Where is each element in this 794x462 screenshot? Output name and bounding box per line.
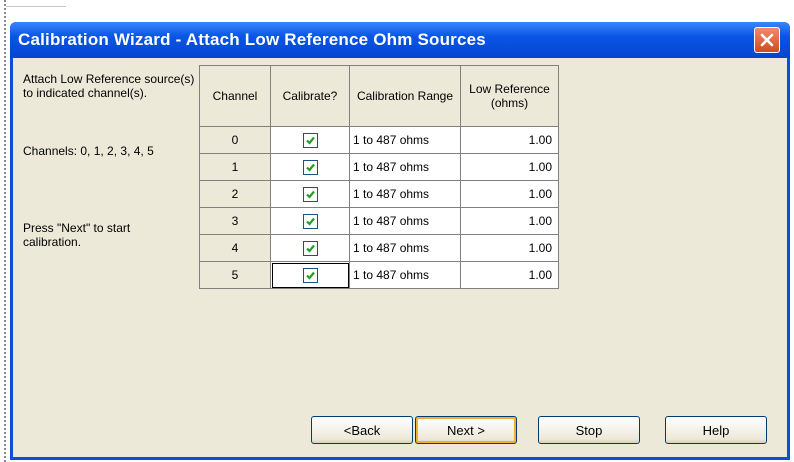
low-reference-cell[interactable]: 1.00 xyxy=(460,207,559,235)
table-row: 4 1 to 487 ohms 1.00 xyxy=(199,234,559,262)
header-calibration-range: Calibration Range xyxy=(349,65,461,127)
background-window-fragment xyxy=(6,0,66,7)
calibrate-checkbox[interactable] xyxy=(302,240,318,256)
channel-cell: 3 xyxy=(199,207,271,235)
calibrate-checkbox[interactable] xyxy=(302,132,318,148)
close-button[interactable] xyxy=(754,27,780,53)
calibrate-checkbox[interactable] xyxy=(302,159,318,175)
low-reference-cell[interactable]: 1.00 xyxy=(460,180,559,208)
instruction-text: Attach Low Reference source(s) to indica… xyxy=(23,72,199,100)
table-row: 2 1 to 487 ohms 1.00 xyxy=(199,180,559,208)
calibration-range-cell: 1 to 487 ohms xyxy=(349,153,461,181)
table-row: 5 1 to 487 ohms 1.00 xyxy=(199,261,559,289)
attach-instruction: Attach Low Reference source(s) to indica… xyxy=(23,72,195,100)
calibration-wizard-window: Calibration Wizard - Attach Low Referenc… xyxy=(10,22,790,460)
close-icon xyxy=(760,33,774,47)
window-title: Calibration Wizard - Attach Low Referenc… xyxy=(18,30,486,49)
checkmark-icon xyxy=(305,244,315,253)
header-calibrate: Calibrate? xyxy=(270,65,350,127)
title-bar[interactable]: Calibration Wizard - Attach Low Referenc… xyxy=(10,22,790,58)
press-next-text: Press "Next" to start calibration. xyxy=(23,221,131,249)
table-row: 3 1 to 487 ohms 1.00 xyxy=(199,207,559,235)
channel-cell: 1 xyxy=(199,153,271,181)
stop-button[interactable]: Stop xyxy=(538,416,640,444)
checkmark-icon xyxy=(305,271,315,280)
table-row: 0 1 to 487 ohms 1.00 xyxy=(199,126,559,154)
calibrate-cell xyxy=(270,180,350,208)
calibration-table: Channel Calibrate? Calibration Range Low… xyxy=(199,65,559,289)
channel-cell: 2 xyxy=(199,180,271,208)
table-row: 1 1 to 487 ohms 1.00 xyxy=(199,153,559,181)
back-button[interactable]: <Back xyxy=(311,416,413,444)
calibrate-checkbox[interactable] xyxy=(302,186,318,202)
background-dotted-guide xyxy=(4,0,6,462)
calibration-range-cell: 1 to 487 ohms xyxy=(349,261,461,289)
low-reference-cell[interactable]: 1.00 xyxy=(460,234,559,262)
calibrate-cell xyxy=(270,126,350,154)
calibrate-cell xyxy=(270,207,350,235)
calibrate-checkbox[interactable] xyxy=(302,213,318,229)
checkmark-icon xyxy=(305,163,315,172)
calibration-range-cell: 1 to 487 ohms xyxy=(349,234,461,262)
checkmark-icon xyxy=(305,217,315,226)
calibration-range-cell: 1 to 487 ohms xyxy=(349,180,461,208)
calibration-range-cell: 1 to 487 ohms xyxy=(349,126,461,154)
low-reference-cell[interactable]: 1.00 xyxy=(460,261,559,289)
checkmark-icon xyxy=(305,136,315,145)
table-header-row: Channel Calibrate? Calibration Range Low… xyxy=(199,65,559,127)
calibrate-checkbox[interactable] xyxy=(302,267,318,283)
checkmark-icon xyxy=(305,190,315,199)
help-button[interactable]: Help xyxy=(665,416,767,444)
header-channel: Channel xyxy=(199,65,271,127)
calibrate-cell xyxy=(270,234,350,262)
header-low-reference: Low Reference (ohms) xyxy=(460,65,559,127)
calibrate-cell xyxy=(270,153,350,181)
calibrate-cell xyxy=(270,261,350,289)
channel-cell: 5 xyxy=(199,261,271,289)
channels-list-text: Channels: 0, 1, 2, 3, 4, 5 xyxy=(23,144,154,158)
calibration-range-cell: 1 to 487 ohms xyxy=(349,207,461,235)
next-button[interactable]: Next > xyxy=(415,416,517,444)
channel-cell: 4 xyxy=(199,234,271,262)
channel-cell: 0 xyxy=(199,126,271,154)
dialog-body: Attach Low Reference source(s) to indica… xyxy=(13,58,787,457)
low-reference-cell[interactable]: 1.00 xyxy=(460,153,559,181)
low-reference-cell[interactable]: 1.00 xyxy=(460,126,559,154)
